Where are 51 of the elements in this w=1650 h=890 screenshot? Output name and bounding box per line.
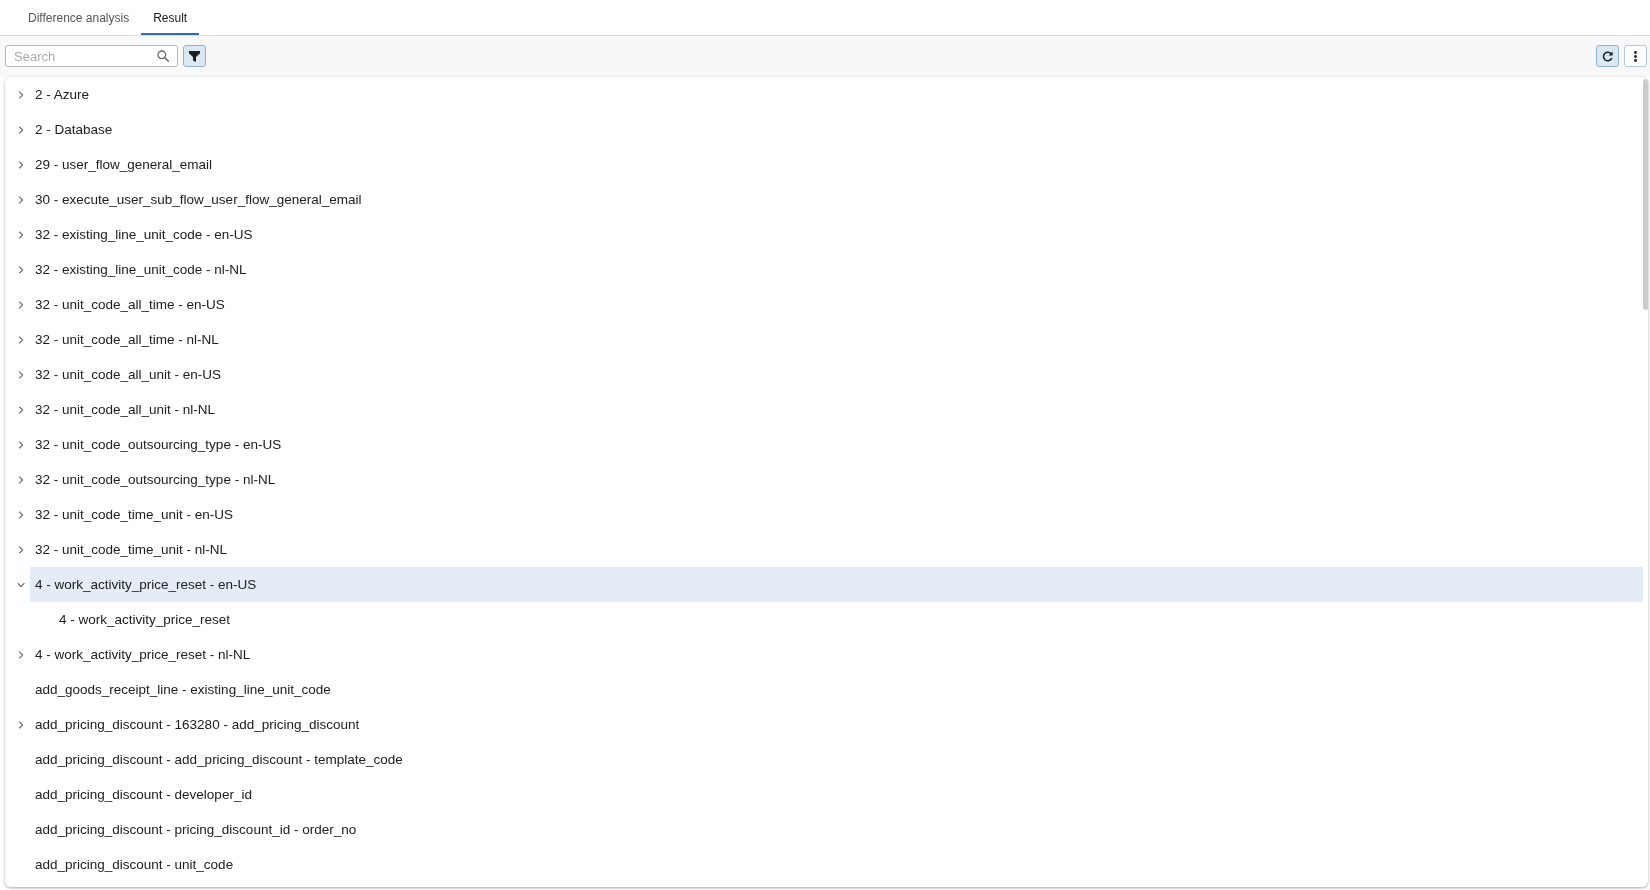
tree-item[interactable]: 32 - unit_code_all_unit - en-US bbox=[30, 357, 227, 392]
chevron-right-icon[interactable] bbox=[17, 230, 25, 239]
search-icon bbox=[157, 50, 169, 62]
tree-item[interactable]: 30 - execute_user_sub_flow_user_flow_general_email bbox=[30, 182, 367, 217]
search-field[interactable]: Search bbox=[5, 45, 178, 67]
chevron-right-icon[interactable] bbox=[17, 195, 25, 204]
funnel-icon bbox=[189, 50, 200, 62]
tree-item[interactable]: 4 - work_activity_price_reset bbox=[54, 602, 236, 637]
chevron-right-icon[interactable] bbox=[17, 440, 25, 449]
tree-item[interactable]: 32 - unit_code_all_unit - nl-NL bbox=[30, 392, 221, 427]
tree-item[interactable]: 2 - Azure bbox=[30, 77, 95, 112]
tree-item[interactable]: add_pricing_discount - pricing_discount_id - order_no bbox=[30, 812, 362, 847]
tree-item[interactable]: add_pricing_discount - developer_id bbox=[30, 777, 257, 812]
chevron-down-icon[interactable] bbox=[17, 580, 25, 589]
more-button[interactable] bbox=[1624, 45, 1647, 67]
tree-item[interactable]: 4 - work_activity_price_reset - en-US bbox=[30, 567, 1643, 602]
scrollbar-thumb[interactable] bbox=[1643, 79, 1648, 310]
tree-item[interactable]: 32 - existing_line_unit_code - nl-NL bbox=[30, 252, 252, 287]
chevron-right-icon[interactable] bbox=[17, 545, 25, 554]
tree-item[interactable]: 32 - unit_code_time_unit - en-US bbox=[30, 497, 239, 532]
tree-item[interactable]: 32 - existing_line_unit_code - en-US bbox=[30, 217, 258, 252]
chevron-right-icon[interactable] bbox=[17, 650, 25, 659]
chevron-right-icon[interactable] bbox=[17, 300, 25, 309]
chevron-right-icon[interactable] bbox=[17, 125, 25, 134]
tree-item[interactable]: 4 - work_activity_price_reset - nl-NL bbox=[30, 637, 256, 672]
tree-item[interactable]: add_pricing_discount - add_pricing_discount - template_code bbox=[30, 742, 408, 777]
refresh-button[interactable] bbox=[1596, 45, 1619, 67]
chevron-right-icon[interactable] bbox=[17, 90, 25, 99]
chevron-right-icon[interactable] bbox=[17, 720, 25, 729]
refresh-icon bbox=[1602, 50, 1613, 62]
tree-item[interactable]: 2 - Database bbox=[30, 112, 118, 147]
chevron-right-icon[interactable] bbox=[17, 335, 25, 344]
tab[interactable]: Difference analysis bbox=[16, 0, 142, 35]
chevron-right-icon[interactable] bbox=[17, 370, 25, 379]
tree-item[interactable]: add_goods_receipt_line - existing_line_unit_code bbox=[30, 672, 336, 707]
tree-item[interactable]: 32 - unit_code_all_time - nl-NL bbox=[30, 322, 224, 357]
chevron-right-icon[interactable] bbox=[17, 265, 25, 274]
tree-item[interactable]: 32 - unit_code_outsourcing_type - nl-NL bbox=[30, 462, 281, 497]
chevron-right-icon[interactable] bbox=[17, 405, 25, 414]
tree-item[interactable]: add_pricing_discount - unit_code bbox=[30, 847, 239, 882]
tree-item[interactable]: 32 - unit_code_time_unit - nl-NL bbox=[30, 532, 233, 567]
tab[interactable]: Result bbox=[141, 0, 200, 35]
tree-item[interactable]: 32 - unit_code_outsourcing_type - en-US bbox=[30, 427, 287, 462]
tree-item[interactable]: 32 - unit_code_all_time - en-US bbox=[30, 287, 230, 322]
chevron-right-icon[interactable] bbox=[17, 475, 25, 484]
chevron-right-icon[interactable] bbox=[17, 160, 25, 169]
more-icon bbox=[1634, 50, 1637, 62]
tree-item[interactable]: add_pricing_discount - 163280 - add_pricing_discount bbox=[30, 707, 365, 742]
filter-button[interactable] bbox=[183, 45, 206, 67]
tree-item[interactable]: 29 - user_flow_general_email bbox=[30, 147, 218, 182]
chevron-right-icon[interactable] bbox=[17, 510, 25, 519]
